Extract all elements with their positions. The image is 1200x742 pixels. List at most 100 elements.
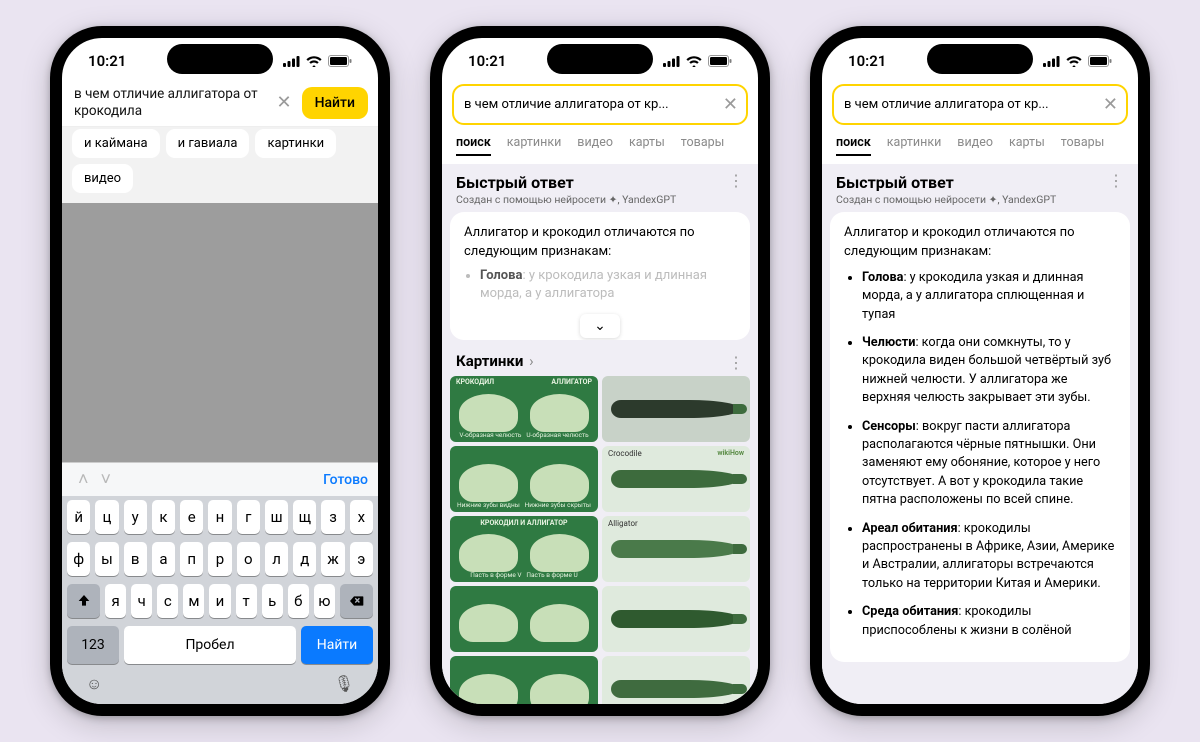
key[interactable]: т bbox=[236, 584, 257, 618]
search-button[interactable]: Найти bbox=[302, 87, 368, 119]
expand-button[interactable]: ⌄ bbox=[580, 314, 620, 338]
screen-1: 10:21 в чем отличие аллигатора от крокод… bbox=[62, 38, 378, 704]
key[interactable]: ш bbox=[265, 500, 288, 534]
shift-key[interactable] bbox=[67, 584, 100, 618]
tab-search[interactable]: поиск bbox=[456, 135, 491, 156]
more-icon[interactable]: ⋮ bbox=[728, 356, 744, 368]
key[interactable]: д bbox=[293, 542, 316, 576]
pic-thumb[interactable] bbox=[602, 586, 750, 652]
tab-maps[interactable]: карты bbox=[629, 135, 665, 156]
tab-video[interactable]: видео bbox=[957, 135, 993, 156]
key[interactable]: л bbox=[265, 542, 288, 576]
tab-images[interactable]: картинки bbox=[507, 135, 562, 156]
clear-icon[interactable]: ✕ bbox=[272, 92, 295, 113]
key[interactable]: г bbox=[237, 500, 260, 534]
pic-thumb[interactable] bbox=[602, 656, 750, 704]
results-content[interactable]: Быстрый ответ Создан с помощью нейросети… bbox=[822, 164, 1138, 704]
emoji-icon[interactable]: ☺ bbox=[86, 674, 102, 694]
kbd-row-1: й ц у к е н г ш щ з х bbox=[62, 496, 378, 538]
tabs: поиск картинки видео карты товары bbox=[822, 131, 1138, 164]
dimmed-background bbox=[62, 203, 378, 462]
pics-title[interactable]: Картинки › bbox=[456, 352, 534, 370]
key[interactable]: н bbox=[208, 500, 231, 534]
quick-answer-card-expanded: Аллигатор и крокодил отличаются по следу… bbox=[830, 212, 1130, 662]
pic-thumb[interactable] bbox=[602, 376, 750, 442]
key[interactable]: и bbox=[209, 584, 230, 618]
key[interactable]: у bbox=[124, 500, 147, 534]
status-time: 10:21 bbox=[88, 52, 126, 70]
key[interactable]: о bbox=[237, 542, 260, 576]
tab-video[interactable]: видео bbox=[577, 135, 613, 156]
key[interactable]: р bbox=[208, 542, 231, 576]
kbd-bottom: ☺ 🎙 bbox=[62, 672, 378, 704]
key[interactable]: б bbox=[288, 584, 309, 618]
results-content[interactable]: Быстрый ответ Создан с помощью нейросети… bbox=[442, 164, 758, 704]
clear-icon[interactable]: ✕ bbox=[717, 94, 738, 115]
status-time: 10:21 bbox=[468, 52, 506, 70]
pic-thumb[interactable] bbox=[450, 656, 598, 704]
answer-intro: Аллигатор и крокодил отличаются по следу… bbox=[464, 224, 736, 260]
key[interactable]: ч bbox=[131, 584, 152, 618]
status-icons bbox=[663, 55, 732, 67]
suggestion-chip[interactable]: картинки bbox=[255, 129, 336, 158]
battery-icon bbox=[708, 55, 732, 67]
key[interactable]: ю bbox=[314, 584, 335, 618]
kbd-done[interactable]: Готово bbox=[323, 472, 368, 488]
more-icon[interactable]: ⋮ bbox=[1108, 174, 1124, 186]
key[interactable]: э bbox=[350, 542, 373, 576]
key[interactable]: й bbox=[67, 500, 90, 534]
key[interactable]: а bbox=[152, 542, 175, 576]
pic-thumb[interactable]: Alligator bbox=[602, 516, 750, 582]
key[interactable]: ж bbox=[321, 542, 344, 576]
key[interactable]: я bbox=[105, 584, 126, 618]
numbers-key[interactable]: 123 bbox=[67, 626, 119, 664]
key[interactable]: в bbox=[124, 542, 147, 576]
tab-goods[interactable]: товары bbox=[1061, 135, 1105, 156]
tab-goods[interactable]: товары bbox=[681, 135, 725, 156]
tab-maps[interactable]: карты bbox=[1009, 135, 1045, 156]
key[interactable]: ф bbox=[67, 542, 90, 576]
backspace-key[interactable] bbox=[340, 584, 373, 618]
pic-thumb[interactable]: КРОКОДИЛ АЛЛИГАТОР V-образная челюсть U-… bbox=[450, 376, 598, 442]
kbd-next-icon[interactable]: ˅ bbox=[95, 469, 118, 490]
key[interactable]: с bbox=[157, 584, 178, 618]
pic-thumb[interactable]: КРОКОДИЛ И АЛЛИГАТОР Пасть в форме V Пас… bbox=[450, 516, 598, 582]
signal-icon bbox=[283, 56, 300, 67]
key[interactable]: м bbox=[183, 584, 204, 618]
search-input[interactable]: в чем отличие аллигатора от крокодила bbox=[74, 86, 266, 120]
suggestion-chip[interactable]: видео bbox=[72, 164, 133, 193]
signal-icon bbox=[663, 56, 680, 67]
more-icon[interactable]: ⋮ bbox=[728, 174, 744, 186]
search-input[interactable]: в чем отличие аллигатора от кр... ✕ bbox=[832, 84, 1128, 125]
suggestion-chip[interactable]: и гавиала bbox=[166, 129, 250, 158]
quick-answer-subtitle: Создан с помощью нейросети ✦, YandexGPT bbox=[456, 193, 676, 206]
space-key[interactable]: Пробел bbox=[124, 626, 296, 664]
kbd-prev-icon[interactable]: ˄ bbox=[72, 469, 95, 490]
search-input[interactable]: в чем отличие аллигатора от кр... ✕ bbox=[452, 84, 748, 125]
suggestion-chip[interactable]: и каймана bbox=[72, 129, 160, 158]
key[interactable]: щ bbox=[293, 500, 316, 534]
search-row: в чем отличие аллигатора от крокодила ✕ … bbox=[62, 82, 378, 126]
key[interactable]: п bbox=[180, 542, 203, 576]
enter-key[interactable]: Найти bbox=[301, 626, 373, 664]
phone-1: 10:21 в чем отличие аллигатора от крокод… bbox=[50, 26, 390, 716]
answer-point: Голова: у крокодила узкая и длинная морд… bbox=[862, 269, 1116, 324]
key[interactable]: х bbox=[350, 500, 373, 534]
key[interactable]: к bbox=[152, 500, 175, 534]
notch bbox=[547, 44, 653, 74]
pic-thumb[interactable]: Нижние зубы видны Нижние зубы скрыты bbox=[450, 446, 598, 512]
tab-images[interactable]: картинки bbox=[887, 135, 942, 156]
mic-icon[interactable]: 🎙 bbox=[334, 674, 354, 694]
key[interactable]: е bbox=[180, 500, 203, 534]
search-text: в чем отличие аллигатора от кр... bbox=[464, 97, 717, 112]
pic-thumb[interactable] bbox=[450, 586, 598, 652]
tab-search[interactable]: поиск bbox=[836, 135, 871, 156]
key[interactable]: ц bbox=[95, 500, 118, 534]
clear-icon[interactable]: ✕ bbox=[1097, 94, 1118, 115]
kbd-row-2: ф ы в а п р о л д ж э bbox=[62, 538, 378, 580]
key[interactable]: з bbox=[321, 500, 344, 534]
key[interactable]: ы bbox=[95, 542, 118, 576]
pic-thumb[interactable]: Crocodile wikiHow bbox=[602, 446, 750, 512]
key[interactable]: ь bbox=[262, 584, 283, 618]
phone-2: 10:21 в чем отличие аллигатора от кр... … bbox=[430, 26, 770, 716]
